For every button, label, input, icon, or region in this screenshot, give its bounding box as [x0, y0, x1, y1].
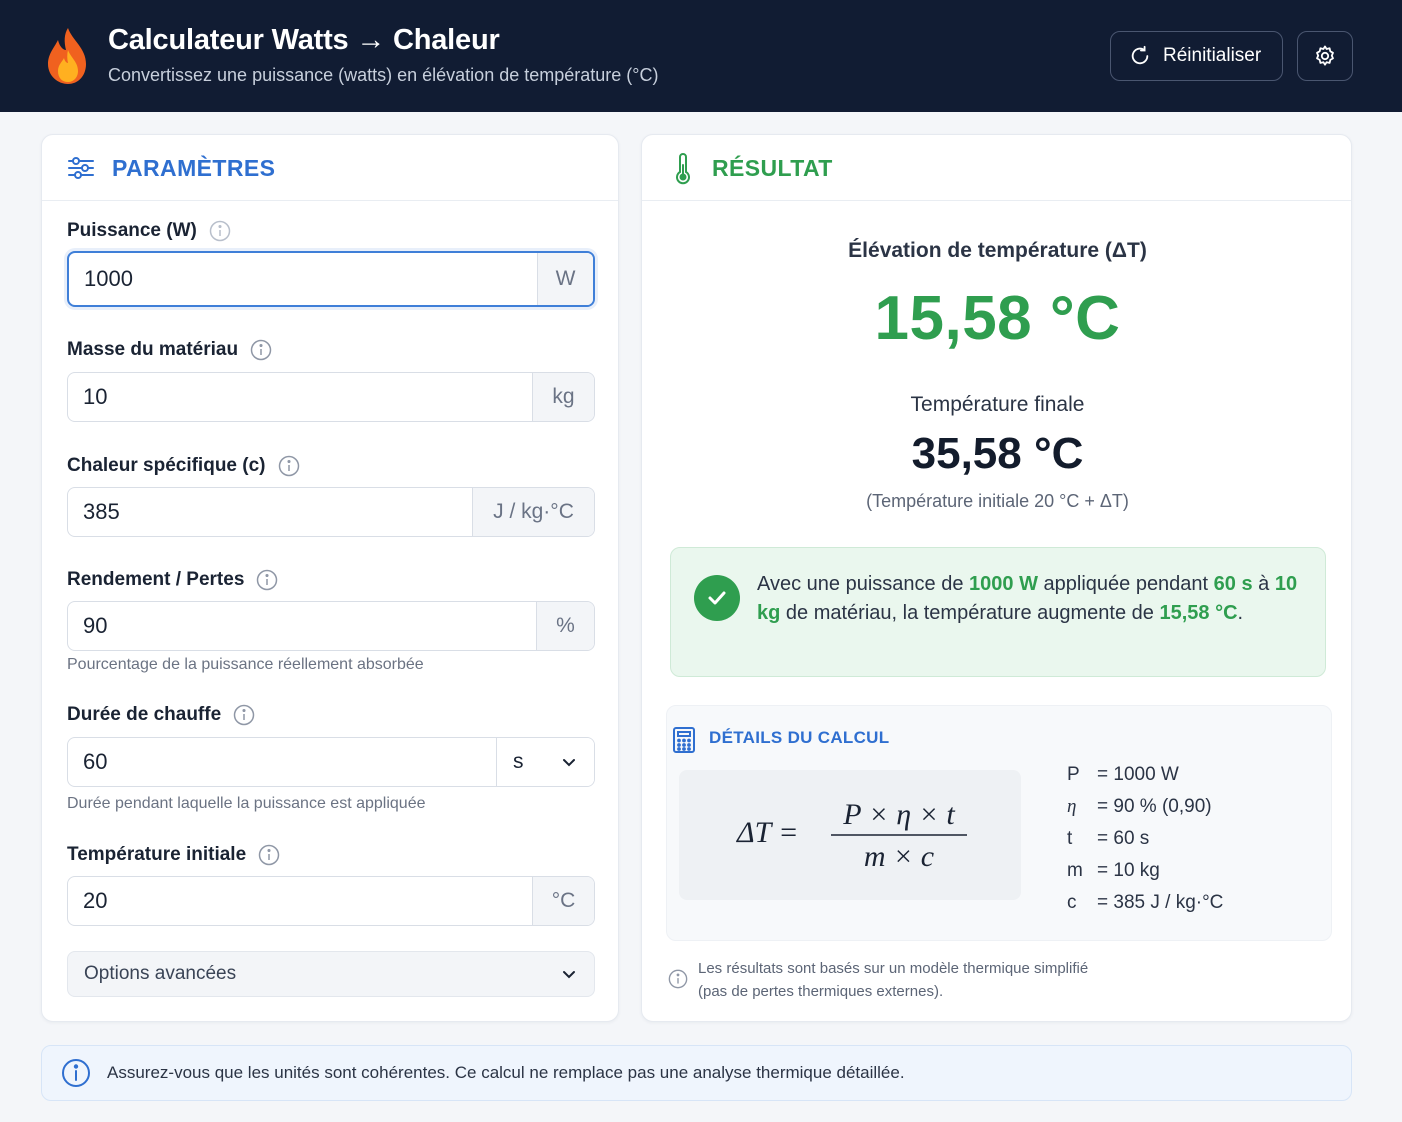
banner-text: Assurez-vous que les unités sont cohéren…: [107, 1063, 905, 1082]
advanced-options-label: Options avancées: [84, 963, 237, 984]
result-title: RÉSULTAT: [712, 155, 833, 181]
variable-row: P = 1000 W: [1067, 764, 1179, 785]
efficiency-hint: Pourcentage de la puissance réellement a…: [67, 656, 424, 673]
footnote-line-1: Les résultats sont basés sur un modèle t…: [698, 960, 1089, 977]
delta-label: Élévation de température (ΔT): [848, 239, 1147, 262]
final-temp-label: Température finale: [910, 393, 1085, 416]
power-input[interactable]: [69, 253, 537, 305]
advanced-options-toggle[interactable]: Options avancées: [67, 951, 595, 997]
variable-row: c = 385 J / kg·°C: [1067, 892, 1224, 913]
chevron-down-icon: [563, 759, 575, 767]
footnote-line-2: (pas de pertes thermiques externes).: [698, 983, 944, 1000]
mass-label: Masse du matériau: [67, 339, 272, 361]
initial-temp-input[interactable]: [68, 877, 532, 925]
mass-input-group: kg: [67, 372, 595, 422]
info-icon[interactable]: [278, 455, 300, 477]
settings-button[interactable]: [1297, 31, 1353, 81]
specific-heat-label: Chaleur spécifique (c): [67, 455, 300, 477]
initial-temp-label: Température initiale: [67, 844, 280, 866]
info-icon[interactable]: [209, 220, 231, 242]
variable-row: m = 10 kg: [1067, 860, 1160, 881]
result-header: RÉSULTAT: [642, 135, 1351, 201]
model-footnote: Les résultats sont basés sur un modèle t…: [668, 957, 1308, 1003]
result-card: RÉSULTAT Élévation de température (ΔT) 1…: [641, 134, 1352, 1022]
info-banner: Assurez-vous que les unités sont cohéren…: [41, 1045, 1352, 1101]
initial-temp-input-group: °C: [67, 876, 595, 926]
parameters-title: PARAMÈTRES: [112, 155, 276, 181]
delta-value: 15,58 °C: [874, 284, 1121, 353]
efficiency-label: Rendement / Pertes: [67, 569, 278, 591]
info-icon: [668, 969, 688, 989]
reset-button-label: Réinitialiser: [1163, 45, 1262, 66]
mass-unit: kg: [532, 373, 594, 421]
efficiency-input-group: %: [67, 601, 595, 651]
info-icon[interactable]: [250, 339, 272, 361]
parameters-card: PARAMÈTRES Puissance (W) W Masse du maté…: [41, 134, 619, 1022]
mass-input[interactable]: [68, 373, 532, 421]
calculator-icon: [673, 727, 695, 753]
duration-input-group: s: [67, 737, 595, 787]
app-title: Calculateur Watts → Chaleur: [108, 24, 500, 56]
info-icon[interactable]: [233, 704, 255, 726]
formula-numerator: P × η × t: [842, 798, 955, 831]
formula-denominator: m × c: [864, 840, 934, 873]
specific-heat-input-group: J / kg·°C: [67, 487, 595, 537]
info-icon: [62, 1059, 90, 1087]
refresh-icon: [1131, 45, 1149, 65]
info-icon[interactable]: [256, 569, 278, 591]
final-temp-value: 35,58 °C: [911, 429, 1084, 478]
parameters-header: PARAMÈTRES: [42, 135, 618, 201]
info-icon[interactable]: [258, 844, 280, 866]
formula-lhs: ΔT =: [736, 816, 799, 849]
power-input-group: W: [67, 251, 595, 307]
sliders-icon: [68, 157, 94, 179]
duration-unit-select[interactable]: s: [496, 738, 594, 786]
formula-box: ΔT = P × η × t m × c: [679, 770, 1021, 900]
efficiency-unit: %: [536, 602, 594, 650]
flame-icon: [48, 28, 86, 84]
efficiency-input[interactable]: [68, 602, 536, 650]
duration-label: Durée de chauffe: [67, 704, 255, 726]
gear-icon: [1316, 45, 1334, 66]
power-unit: W: [537, 253, 593, 305]
app-header: Calculateur Watts → Chaleur Convertissez…: [0, 0, 1402, 112]
app-subtitle: Convertissez une puissance (watts) en él…: [108, 65, 659, 85]
check-icon: [694, 575, 740, 621]
chevron-down-icon: [563, 971, 575, 979]
duration-input[interactable]: [68, 738, 496, 786]
duration-hint: Durée pendant laquelle la puissance est …: [67, 795, 426, 812]
details-title: DÉTAILS DU CALCUL: [709, 728, 890, 747]
variable-row: t = 60 s: [1067, 828, 1150, 849]
calculation-details: DÉTAILS DU CALCUL ΔT = P × η × t m × c P…: [666, 705, 1332, 941]
result-summary: Avec une puissance de 1000 W appliquée p…: [670, 547, 1326, 677]
final-temp-note: (Température initiale 20 °C + ΔT): [866, 491, 1129, 511]
initial-temp-unit: °C: [532, 877, 594, 925]
thermometer-icon: [676, 153, 690, 185]
summary-text: Avec une puissance de 1000 W appliquée p…: [757, 573, 1298, 624]
specific-heat-unit: J / kg·°C: [472, 488, 594, 536]
power-label: Puissance (W): [67, 220, 231, 242]
reset-button[interactable]: Réinitialiser: [1110, 31, 1283, 81]
specific-heat-input[interactable]: [68, 488, 472, 536]
variable-list: P = 1000 W η = 90 % (0,90) t = 60 s m = 10 k…: [1067, 764, 1223, 924]
variable-row: η = 90 % (0,90): [1067, 796, 1212, 817]
